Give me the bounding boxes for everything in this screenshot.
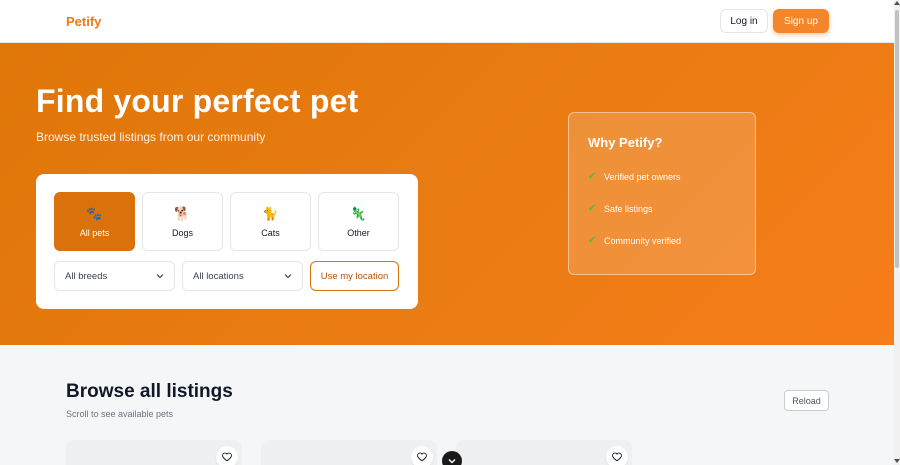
check-icon: ✓ — [588, 171, 597, 182]
category-dogs[interactable]: 🐕 Dogs — [142, 192, 223, 251]
scroll-down-arrow-icon[interactable] — [894, 459, 900, 463]
heart-icon — [612, 452, 622, 462]
paw-icon: 🐾 — [86, 205, 103, 221]
reload-button[interactable]: Reload — [784, 390, 829, 411]
search-filter-card: 🐾 All pets 🐕 Dogs 🐈 Cats 🦎 Other All bre… — [36, 174, 418, 309]
why-item: ✓ Verified pet owners — [588, 171, 681, 182]
why-title: Why Petify? — [588, 135, 663, 150]
use-my-location-button[interactable]: Use my location — [310, 261, 399, 291]
heart-icon — [222, 452, 232, 462]
hero-section: Find your perfect pet Browse trusted lis… — [0, 43, 894, 345]
favorite-button[interactable] — [216, 446, 238, 465]
check-icon: ✓ — [588, 235, 597, 246]
chevron-down-icon — [448, 459, 456, 464]
category-label: Other — [347, 227, 370, 238]
check-icon: ✓ — [588, 203, 597, 214]
browse-subtitle: Scroll to see available pets — [66, 409, 174, 419]
category-label: All pets — [79, 227, 110, 238]
brand-logo[interactable]: Petify — [66, 14, 101, 29]
location-select[interactable]: All locations — [182, 261, 303, 291]
scroll-down-indicator[interactable] — [442, 451, 462, 465]
listing-card[interactable] — [456, 440, 632, 465]
category-cats[interactable]: 🐈 Cats — [230, 192, 311, 251]
chevron-down-icon — [156, 274, 164, 279]
category-other[interactable]: 🦎 Other — [318, 192, 399, 251]
lizard-icon: 🦎 — [350, 205, 367, 221]
why-item: ✓ Safe listings — [588, 203, 653, 214]
why-item: ✓ Community verified — [588, 235, 681, 246]
hero-title: Find your perfect pet — [36, 83, 359, 119]
category-all-pets[interactable]: 🐾 All pets — [54, 192, 135, 251]
category-label: Cats — [261, 227, 280, 238]
listing-card[interactable] — [261, 440, 437, 465]
scroll-up-arrow-icon[interactable] — [894, 1, 900, 5]
chevron-down-icon — [284, 274, 292, 279]
category-label: Dogs — [171, 227, 193, 238]
location-select-value: All locations — [193, 270, 244, 282]
hero-subtitle: Browse trusted listings from our communi… — [36, 130, 266, 144]
listing-card[interactable] — [66, 440, 242, 465]
login-button[interactable]: Log in — [720, 9, 768, 33]
top-navbar: Petify Log in Sign up — [0, 0, 894, 43]
cat-icon: 🐈 — [262, 205, 279, 221]
signup-button[interactable]: Sign up — [773, 9, 829, 33]
scrollbar-thumb[interactable] — [895, 10, 899, 268]
why-item-label: Verified pet owners — [604, 171, 681, 182]
browse-title: Browse all listings — [66, 381, 233, 402]
why-item-label: Safe listings — [604, 203, 653, 214]
why-item-label: Community verified — [604, 235, 682, 246]
why-petify-card: Why Petify? ✓ Verified pet owners ✓ Safe… — [568, 112, 756, 275]
breed-select-value: All breeds — [65, 270, 108, 282]
heart-icon — [417, 452, 427, 462]
dog-icon: 🐕 — [174, 205, 191, 221]
breed-select[interactable]: All breeds — [54, 261, 175, 291]
page-scrollbar[interactable] — [894, 0, 900, 465]
favorite-button[interactable] — [606, 446, 628, 465]
favorite-button[interactable] — [411, 446, 433, 465]
